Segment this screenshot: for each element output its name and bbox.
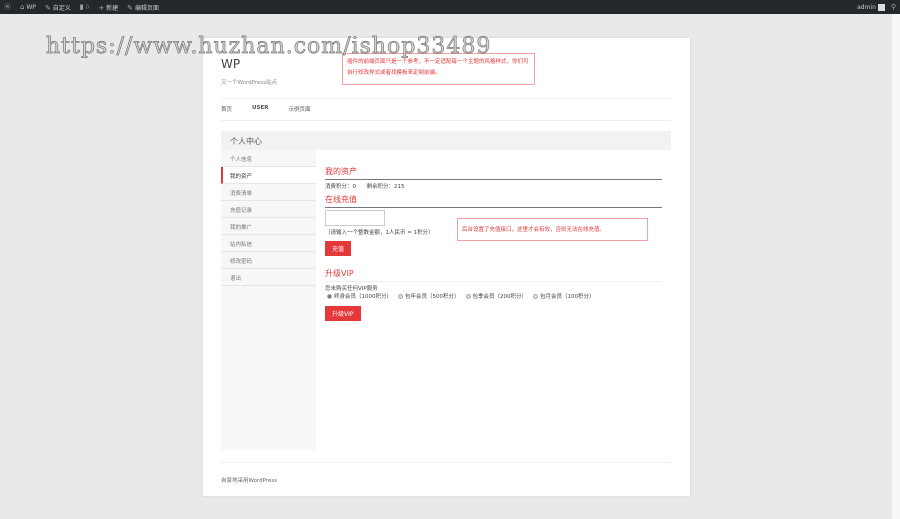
- nav-home[interactable]: 首页: [221, 105, 232, 113]
- note-recharge: 后台设置了充值接口，这里才会有效，否则无法在线充值。: [457, 218, 648, 241]
- scrollbar[interactable]: [892, 14, 900, 519]
- sidebar-item-promotion[interactable]: 我的推广: [221, 218, 316, 235]
- upgrade-vip-button[interactable]: 升级VIP: [325, 306, 361, 321]
- pencil-icon: ✎: [127, 3, 134, 12]
- admin-bar: ⓦ ⌂ WP ✎ 自定义 ▮ 0 + 新建 ✎ 编辑页面 admin ⚲: [0, 0, 900, 14]
- site-tagline: 又一个WordPress站点: [221, 80, 278, 86]
- adminbar-customize[interactable]: ✎ 自定义: [45, 3, 71, 12]
- plus-icon: +: [98, 3, 105, 12]
- assets-heading: 我的资产: [325, 166, 662, 180]
- recharge-amount-input[interactable]: [325, 210, 385, 226]
- radio-icon: [465, 294, 471, 299]
- watermark: https://www.huzhan.com/ishop33489: [46, 34, 492, 60]
- vip-option-quarterly[interactable]: 包季会员（200积分）: [465, 292, 527, 300]
- radio-icon: [327, 294, 332, 299]
- recharge-button[interactable]: 充值: [325, 241, 352, 256]
- wordpress-logo-icon[interactable]: ⓦ: [4, 2, 11, 12]
- divider: [221, 462, 671, 463]
- main-nav: 首页 USER 示例页面: [221, 105, 310, 113]
- sidebar-item-assets[interactable]: 我的资产: [221, 167, 316, 184]
- sidebar-item-orders[interactable]: 消费清单: [221, 184, 316, 201]
- nav-sample-page[interactable]: 示例页面: [288, 105, 310, 113]
- search-icon[interactable]: ⚲: [891, 3, 896, 11]
- site-title[interactable]: WP: [221, 57, 240, 71]
- vip-heading: 升级VIP: [325, 268, 662, 282]
- divider: [221, 120, 671, 121]
- nav-user[interactable]: USER: [252, 105, 268, 113]
- vip-option-monthly[interactable]: 包月会员（100积分）: [533, 292, 595, 300]
- user-center-sidebar: 个人信息 我的资产 消费清单 充值记录 我的推广 站内私信 修改密码 退出: [221, 150, 316, 450]
- adminbar-new[interactable]: + 新建: [98, 3, 118, 12]
- user-center-title: 个人中心: [221, 131, 671, 150]
- vip-options: 终身会员（1000积分） 包年会员（500积分） 包季会员（200积分） 包月会…: [327, 292, 662, 300]
- vip-option-yearly[interactable]: 包年会员（500积分）: [398, 292, 460, 300]
- avatar: [877, 3, 885, 11]
- vip-status: 您未购买任何VIP服务: [325, 286, 378, 292]
- recharge-heading: 在线充值: [325, 194, 662, 208]
- sidebar-item-profile[interactable]: 个人信息: [221, 150, 316, 167]
- brush-icon: ✎: [44, 3, 51, 12]
- footer-credit[interactable]: 自豪地采用WordPress: [221, 476, 277, 484]
- page-card: WP 又一个WordPress站点 首页 USER 示例页面 个人中心 个人信息…: [203, 38, 690, 496]
- sidebar-item-password[interactable]: 修改密码: [221, 252, 316, 269]
- adminbar-user[interactable]: admin: [857, 3, 885, 11]
- radio-icon: [533, 294, 538, 299]
- vip-option-lifetime[interactable]: 终身会员（1000积分）: [327, 292, 392, 300]
- points-summary: 消费积分：0 剩余积分：215: [325, 184, 405, 190]
- sidebar-item-logout[interactable]: 退出: [221, 269, 316, 286]
- adminbar-comments[interactable]: ▮ 0: [80, 3, 90, 11]
- adminbar-edit-page[interactable]: ✎ 编辑页面: [127, 3, 159, 12]
- home-icon: ⌂: [20, 3, 25, 11]
- radio-icon: [398, 294, 403, 299]
- sidebar-item-recharge-records[interactable]: 充值记录: [221, 201, 316, 218]
- divider: [221, 98, 671, 99]
- sidebar-item-messages[interactable]: 站内私信: [221, 235, 316, 252]
- adminbar-site[interactable]: ⌂ WP: [20, 3, 36, 11]
- comment-icon: ▮: [79, 3, 84, 11]
